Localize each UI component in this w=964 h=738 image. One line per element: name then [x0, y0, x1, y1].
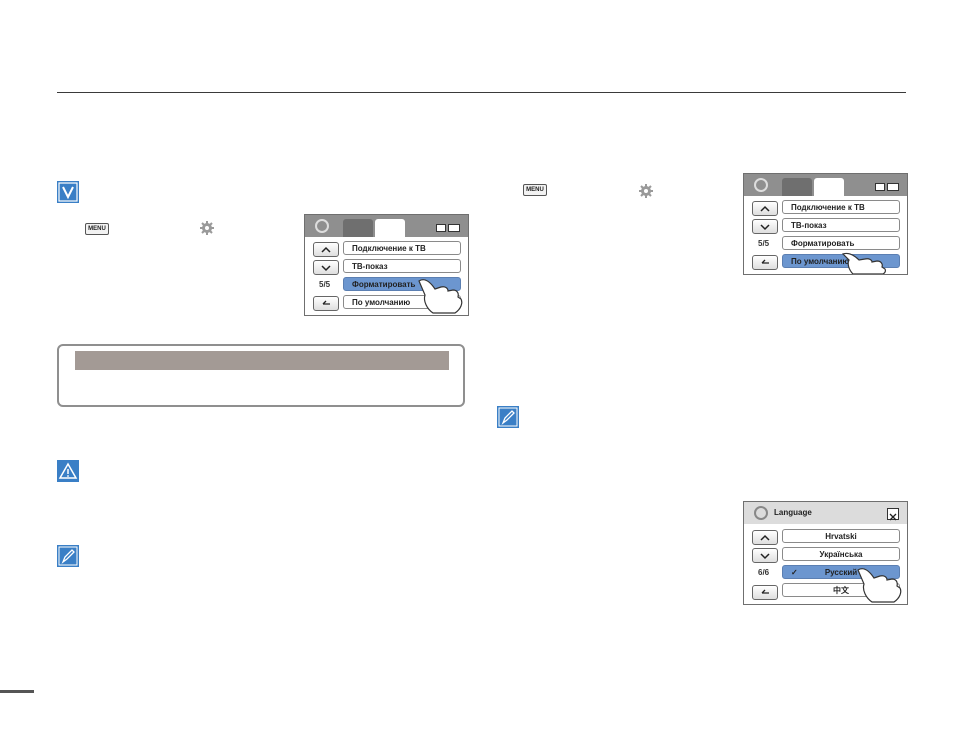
settings-ring-icon [315, 219, 329, 233]
language-item[interactable]: Hrvatski [782, 529, 900, 543]
tab-settings[interactable] [814, 178, 844, 196]
menu-item[interactable]: Форматировать [782, 236, 900, 250]
back-button[interactable] [313, 296, 339, 311]
language-item-label: Русский [824, 568, 858, 577]
page-indicator: 6/6 [758, 568, 770, 577]
lcd-panel-tv-right: 5/5 Подключение к ТВ ТВ-показ Форматиров… [743, 173, 908, 275]
scroll-down-button[interactable] [752, 219, 778, 234]
menu-item[interactable]: Подключение к ТВ [782, 200, 900, 214]
warning-icon [57, 460, 79, 482]
menu-item[interactable]: ТВ-показ [343, 259, 461, 273]
lcd-panel-tv: 5/5 Подключение к ТВ ТВ-показ Форматиров… [304, 214, 469, 316]
page-indicator: 5/5 [758, 239, 770, 248]
header-rule [57, 92, 906, 93]
note-pencil-icon [497, 406, 519, 428]
info-box [57, 344, 465, 407]
info-box-header [75, 351, 449, 370]
tab-media[interactable] [782, 178, 812, 196]
scroll-up-button[interactable] [752, 530, 778, 545]
language-item[interactable]: Українська [782, 547, 900, 561]
settings-ring-icon [754, 506, 768, 520]
battery-icon [887, 183, 899, 191]
hand-pointer-icon [841, 252, 886, 274]
panel-title: Language [774, 508, 812, 517]
checkmark-icon: ✓ [791, 568, 798, 577]
card-icon [436, 224, 446, 232]
card-icon [875, 183, 885, 191]
check-icon [57, 181, 79, 203]
settings-ring-icon [754, 178, 768, 192]
close-icon[interactable] [887, 508, 899, 521]
menu-key-icon: MENU [523, 184, 547, 196]
lcd-title-bar: Language [744, 502, 907, 524]
hand-pointer-icon [857, 568, 902, 603]
gear-icon [639, 184, 653, 198]
footer-marker [0, 690, 34, 693]
hand-pointer-icon [418, 279, 463, 314]
scroll-up-button[interactable] [752, 201, 778, 216]
tab-media[interactable] [343, 219, 373, 237]
menu-item[interactable]: Подключение к ТВ [343, 241, 461, 255]
lcd-panel-language: Language 6/6 Hrvatski Українська ✓ Русск… [743, 501, 908, 605]
menu-item[interactable]: ТВ-показ [782, 218, 900, 232]
back-button[interactable] [752, 255, 778, 270]
gear-icon [200, 221, 214, 235]
tab-settings[interactable] [375, 219, 405, 237]
back-button[interactable] [752, 585, 778, 600]
note-pencil-icon [57, 545, 79, 567]
lcd-tab-bar [305, 215, 468, 237]
scroll-down-button[interactable] [313, 260, 339, 275]
scroll-down-button[interactable] [752, 548, 778, 563]
menu-key-icon: MENU [85, 223, 109, 235]
scroll-up-button[interactable] [313, 242, 339, 257]
page-indicator: 5/5 [319, 280, 331, 289]
lcd-tab-bar [744, 174, 907, 196]
battery-icon [448, 224, 460, 232]
